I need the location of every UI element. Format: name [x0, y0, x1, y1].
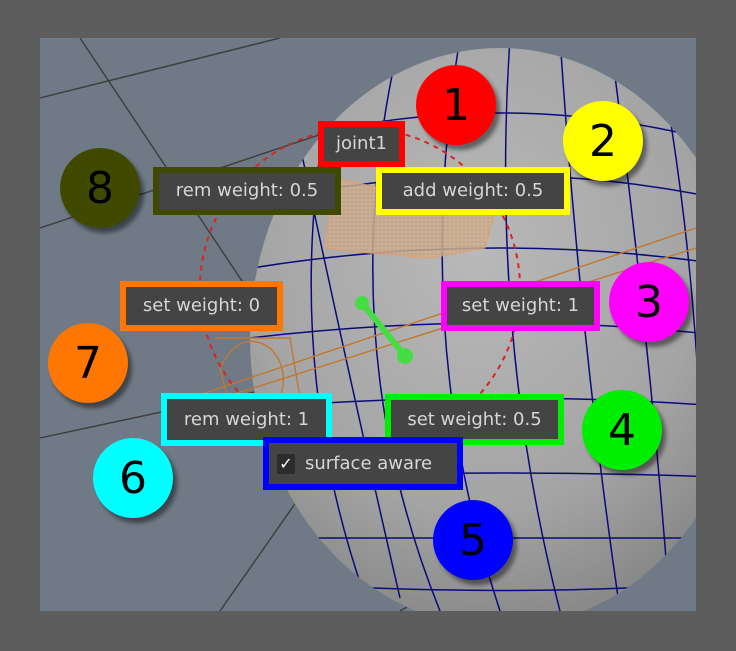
callout-badge-4: 4: [582, 390, 662, 470]
joint-label-text: joint1: [336, 133, 387, 154]
callout-badge-7: 7: [48, 323, 128, 403]
rem-weight-half-button[interactable]: rem weight: 0.5: [153, 167, 341, 215]
set-weight-one-label: set weight: 1: [461, 295, 580, 316]
set-weight-zero-label: set weight: 0: [142, 295, 261, 316]
check-mark-icon[interactable]: ✓: [277, 453, 295, 474]
joint-label[interactable]: joint1: [318, 121, 405, 167]
callout-badge-5-number: 5: [459, 514, 487, 566]
callout-badge-1-number: 1: [442, 79, 470, 131]
set-weight-zero-button[interactable]: set weight: 0: [120, 281, 283, 331]
set-weight-one-button[interactable]: set weight: 1: [441, 281, 600, 331]
callout-badge-5: 5: [433, 500, 513, 580]
callout-badge-3: 3: [609, 262, 689, 342]
rem-weight-half-label: rem weight: 0.5: [175, 180, 319, 201]
callout-badge-3-number: 3: [635, 276, 663, 328]
rem-weight-one-label: rem weight: 1: [183, 408, 310, 430]
callout-badge-2-number: 2: [589, 115, 617, 167]
callout-badge-4-number: 4: [608, 404, 636, 456]
callout-badge-8-number: 8: [86, 162, 114, 214]
callout-badge-6: 6: [93, 438, 173, 518]
callout-badge-8: 8: [60, 148, 140, 228]
callout-badge-7-number: 7: [74, 337, 102, 389]
add-weight-button[interactable]: add weight: 0.5: [376, 167, 570, 215]
callout-badge-6-number: 6: [119, 452, 147, 504]
set-weight-half-label: set weight: 0.5: [407, 408, 542, 430]
surface-aware-label: surface aware: [305, 452, 433, 474]
callout-badge-1: 1: [416, 65, 496, 145]
surface-aware-toggle[interactable]: ✓ surface aware: [263, 437, 463, 490]
add-weight-label: add weight: 0.5: [402, 180, 544, 201]
callout-badge-2: 2: [563, 101, 643, 181]
